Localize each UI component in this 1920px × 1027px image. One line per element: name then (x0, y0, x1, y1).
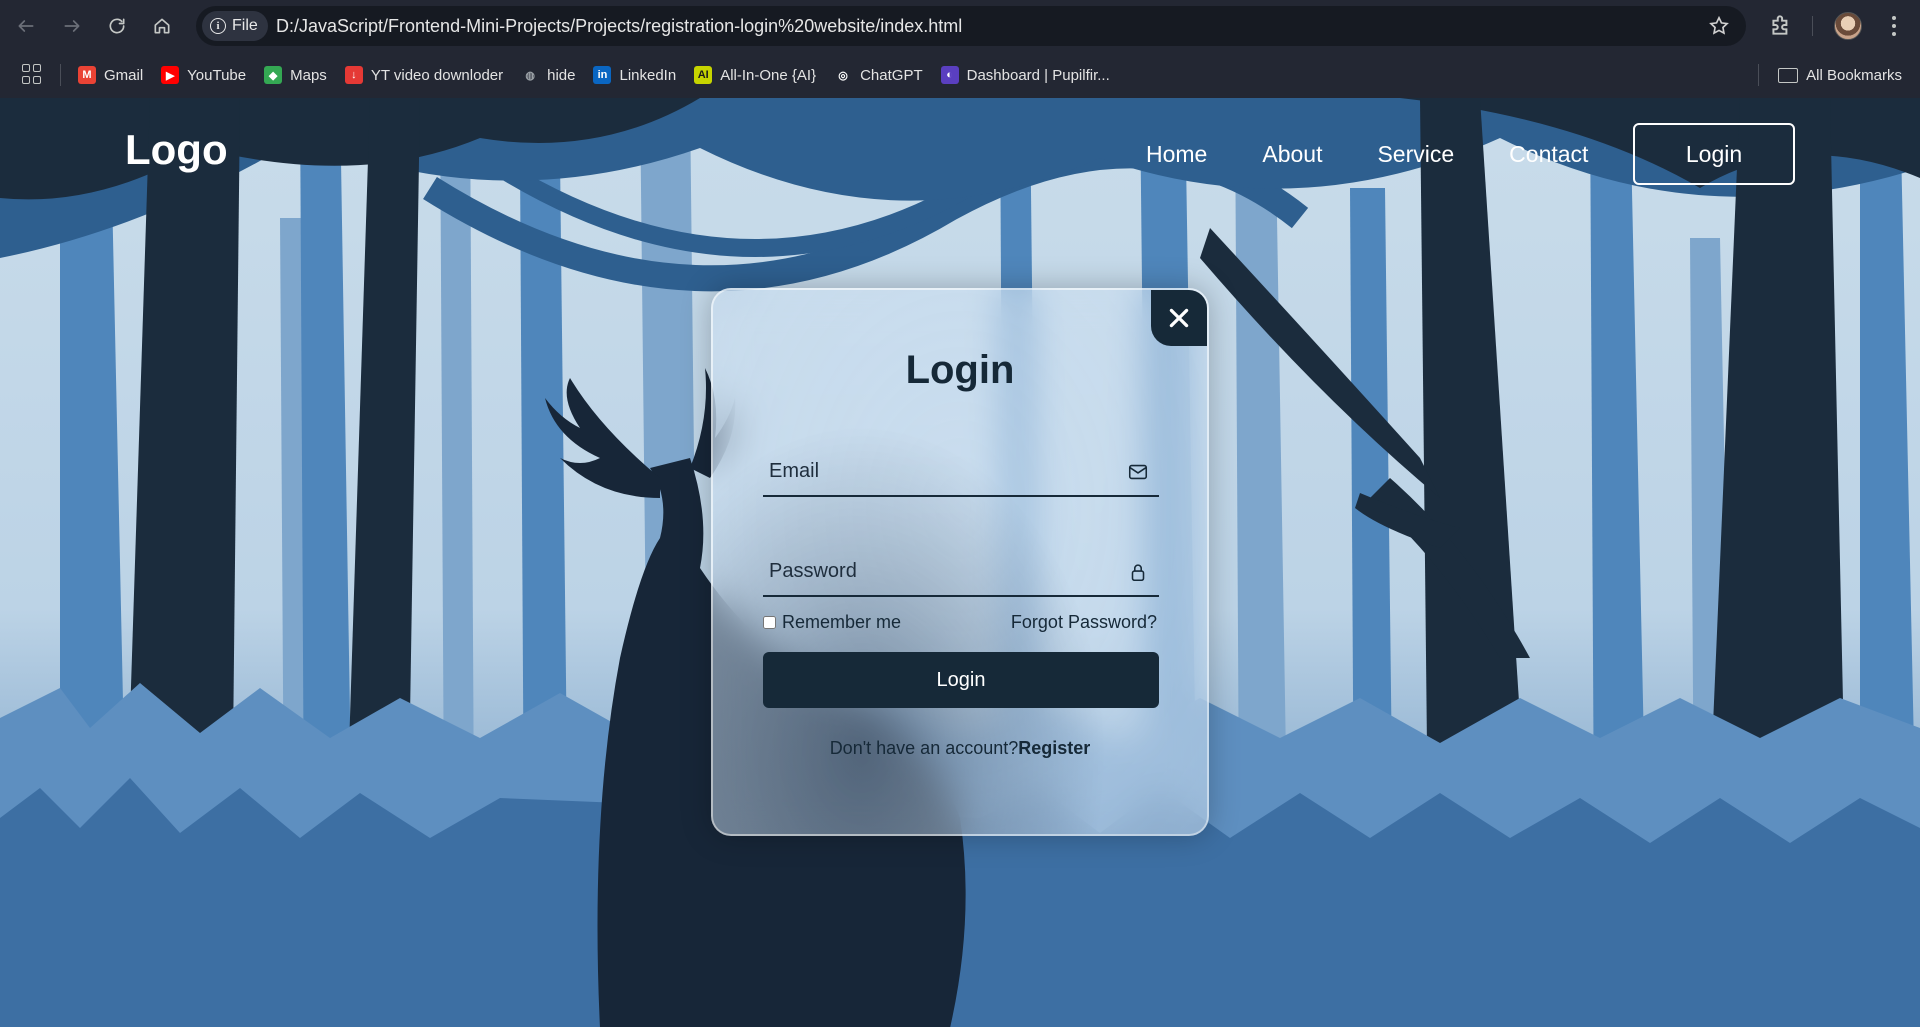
bookmark-item[interactable]: AI All-In-One {AI} (694, 66, 816, 84)
site-header: Logo Home About Service Contact Login (0, 98, 1920, 206)
toolbar-divider (1812, 16, 1813, 36)
bookmarks-list: M Gmail ▶ YouTube ◆ Maps ↓ YT video downloder ◍ h… (78, 52, 1110, 98)
login-title: Login (905, 348, 1015, 392)
nav-link-contact[interactable]: Contact (1509, 141, 1588, 168)
header-login-button[interactable]: Login (1633, 123, 1795, 185)
bookmark-label: ChatGPT (860, 66, 923, 84)
folder-icon (1778, 67, 1799, 83)
bookmark-label: hide (547, 66, 576, 84)
bookmark-item[interactable]: in LinkedIn (593, 66, 676, 84)
linkedin-icon: in (593, 66, 612, 84)
download-icon: ↓ (344, 66, 363, 84)
bookmark-star-button[interactable] (1708, 15, 1730, 37)
profile-avatar[interactable] (1834, 12, 1862, 40)
bookmark-label: Gmail (104, 66, 144, 84)
password-input[interactable] (763, 547, 1113, 595)
login-modal: Login Remember me Forgot Password? Login… (711, 288, 1209, 836)
all-bookmarks-button[interactable]: All Bookmarks (1778, 52, 1902, 98)
chatgpt-icon: ◎ (838, 69, 848, 82)
bookmarks-divider (1758, 64, 1759, 86)
register-prompt: Don't have an account?Register (713, 738, 1207, 759)
star-icon (1709, 15, 1729, 35)
all-bookmarks-label: All Bookmarks (1806, 66, 1902, 84)
home-button[interactable] (146, 10, 178, 42)
email-input[interactable] (763, 447, 1113, 495)
bookmark-label: LinkedIn (619, 66, 677, 84)
login-submit-button[interactable]: Login (763, 652, 1159, 708)
info-icon: i (210, 18, 226, 34)
forgot-password-link[interactable]: Forgot Password? (1011, 612, 1157, 633)
extensions-button[interactable] (1768, 12, 1796, 40)
arrow-left-icon (18, 20, 34, 32)
remember-me[interactable]: Remember me (763, 612, 901, 633)
ai-icon: AI (694, 66, 713, 84)
site-logo[interactable]: Logo (125, 126, 228, 174)
bookmarks-bar: M Gmail ▶ YouTube ◆ Maps ↓ YT video downloder ◍ h… (0, 52, 1920, 98)
dashboard-icon: ◐ (940, 66, 959, 84)
register-prompt-text: Don't have an account? (829, 738, 1019, 758)
globe-icon: ◍ (525, 69, 535, 82)
bookmark-item[interactable]: ◍ hide (521, 66, 575, 84)
bookmark-label: YT video downloder (370, 66, 504, 84)
bookmark-label: Dashboard | Pupilfir... (966, 66, 1110, 84)
browser-toolbar: i File D:/JavaScript/Frontend-Mini-Proje… (0, 0, 1920, 52)
maps-icon: ◆ (264, 66, 283, 84)
nav-link-about[interactable]: About (1262, 141, 1322, 168)
reload-icon (109, 18, 125, 34)
bookmark-item[interactable]: ◆ Maps (264, 66, 327, 84)
webpage: Logo Home About Service Contact Login Login… (0, 98, 1920, 1027)
reload-button[interactable] (101, 10, 133, 42)
file-chip-label: File (232, 17, 258, 34)
browser-chrome: i File D:/JavaScript/Frontend-Mini-Proje… (0, 0, 1920, 98)
close-icon (1169, 308, 1189, 328)
remember-label: Remember me (782, 612, 902, 632)
email-field (763, 447, 1159, 497)
lock-icon (1127, 561, 1149, 583)
mail-icon (1127, 461, 1149, 483)
youtube-icon: ▶ (161, 66, 180, 84)
bookmarks-divider (60, 64, 61, 86)
close-modal-button[interactable] (1151, 290, 1207, 346)
site-info-chip[interactable]: i File (202, 11, 268, 41)
bookmark-label: All-In-One {AI} (720, 66, 817, 84)
bookmark-item[interactable]: ◐ Dashboard | Pupilfir... (940, 66, 1110, 84)
home-icon (154, 18, 170, 34)
remember-checkbox[interactable] (763, 616, 776, 629)
bookmark-item[interactable]: ↓ YT video downloder (344, 66, 504, 84)
register-link[interactable]: Register (1018, 738, 1090, 758)
password-field (763, 547, 1159, 597)
puzzle-icon (1772, 15, 1788, 35)
gmail-icon: M (78, 66, 96, 84)
bookmark-item[interactable]: M Gmail (78, 66, 143, 84)
bookmark-label: Maps (290, 66, 327, 84)
nav-link-service[interactable]: Service (1377, 141, 1454, 168)
url-text[interactable]: D:/JavaScript/Frontend-Mini-Projects/Pro… (276, 6, 962, 46)
bookmark-item[interactable]: ▶ YouTube (161, 66, 246, 84)
arrow-right-icon (64, 20, 80, 32)
bookmark-item[interactable]: ◎ ChatGPT (834, 66, 923, 84)
apps-grid-icon[interactable] (22, 64, 42, 84)
browser-menu-button[interactable] (1880, 12, 1908, 40)
address-bar[interactable]: i File D:/JavaScript/Frontend-Mini-Proje… (196, 6, 1746, 46)
back-button[interactable] (10, 10, 42, 42)
site-nav: Home About Service Contact (1146, 141, 1588, 168)
forward-button[interactable] (56, 10, 88, 42)
nav-link-home[interactable]: Home (1146, 141, 1207, 168)
bookmark-label: YouTube (187, 66, 247, 84)
